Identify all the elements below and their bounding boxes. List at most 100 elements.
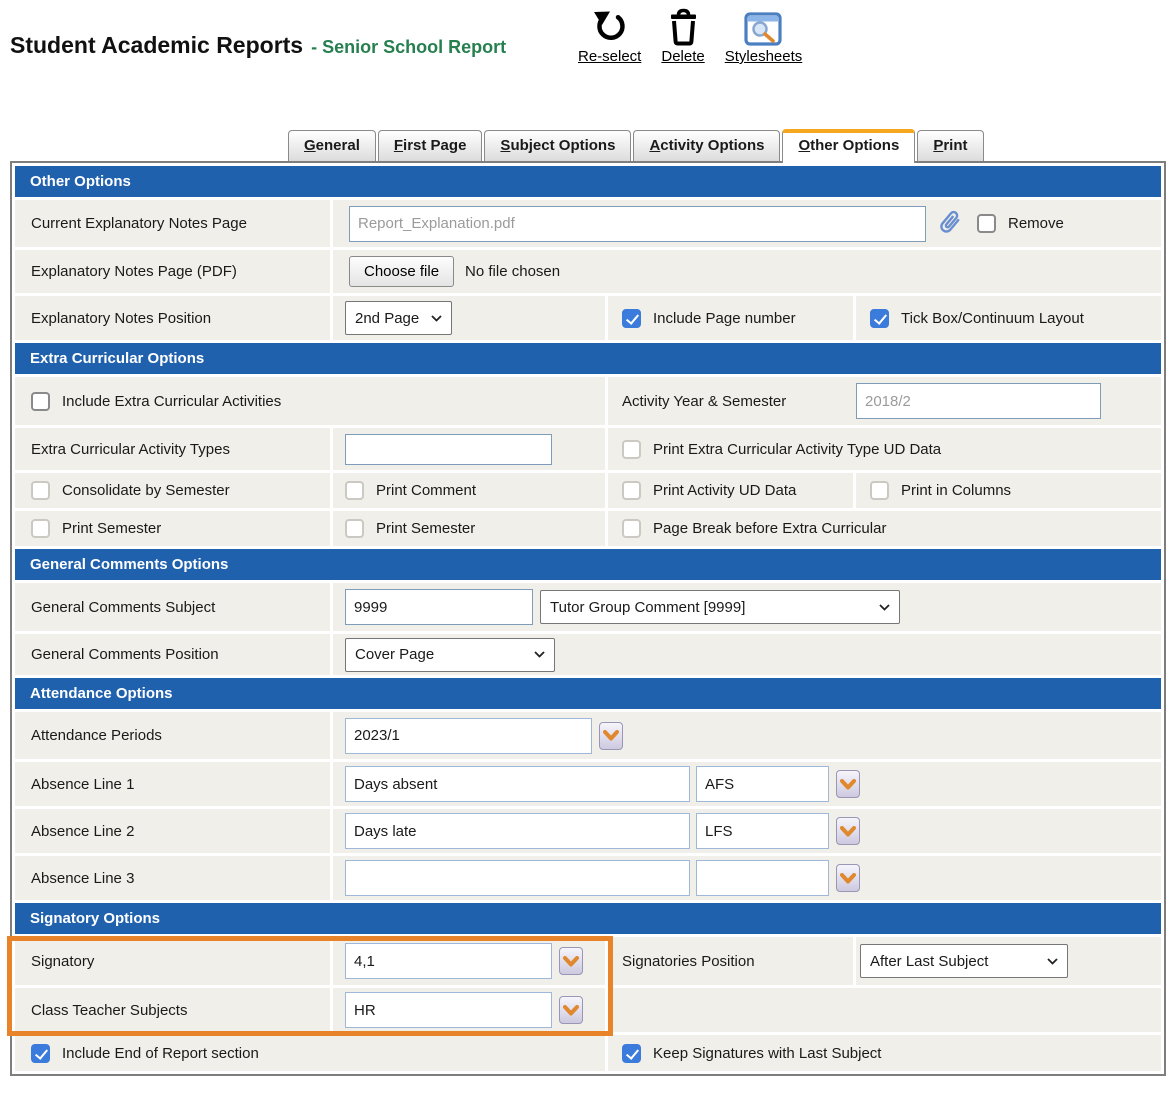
- page-title: Student Academic Reports - Senior School …: [10, 24, 506, 61]
- consolidate-by-semester-label: Consolidate by Semester: [62, 482, 230, 499]
- absence-line-1-text-input[interactable]: [345, 766, 690, 802]
- activity-types-input[interactable]: [345, 434, 552, 465]
- row-extra-checkboxes-2: Print Semester Print Semester Page Break…: [15, 511, 1161, 546]
- print-type-ud-label: Print Extra Curricular Activity Type UD …: [653, 441, 941, 458]
- row-absence-line-1: Absence Line 1: [15, 762, 1161, 806]
- include-page-number-checkbox[interactable]: [622, 309, 641, 328]
- class-teacher-subjects-input[interactable]: [345, 992, 552, 1028]
- tab-print[interactable]: Print: [917, 130, 983, 161]
- absence-line-2-lookup-button[interactable]: [836, 817, 860, 845]
- row-current-explanatory-notes: Current Explanatory Notes Page Remove: [15, 200, 1161, 247]
- general-comments-subject-label: General Comments Subject: [15, 583, 330, 631]
- general-comments-position-select[interactable]: Cover Page: [345, 638, 555, 672]
- tab-bar: General First Page Subject Options Activ…: [288, 128, 1174, 161]
- include-end-of-report-checkbox[interactable]: [31, 1044, 50, 1063]
- notes-position-label: Explanatory Notes Position: [15, 296, 330, 340]
- chevron-down-icon: [431, 315, 442, 322]
- signatory-input[interactable]: [345, 943, 552, 979]
- include-extra-curricular-label: Include Extra Curricular Activities: [62, 393, 281, 410]
- absence-line-3-text-input[interactable]: [345, 860, 690, 896]
- tickbox-layout-checkbox[interactable]: [870, 309, 889, 328]
- section-header-signatory: Signatory Options: [15, 903, 1161, 934]
- print-activity-ud-label: Print Activity UD Data: [653, 482, 796, 499]
- section-header-attendance: Attendance Options: [15, 678, 1161, 709]
- remove-checkbox[interactable]: [977, 214, 996, 233]
- notes-position-select[interactable]: 2nd Page: [345, 301, 452, 335]
- row-signatory: Signatory Signatories Position After Las…: [15, 937, 1161, 985]
- section-header-other-options: Other Options: [15, 166, 1161, 197]
- current-notes-label: Current Explanatory Notes Page: [15, 200, 330, 247]
- include-extra-curricular-checkbox[interactable]: [31, 392, 50, 411]
- top-bar: Student Academic Reports - Senior School …: [0, 0, 1174, 70]
- absence-line-1-code-input[interactable]: [696, 766, 829, 802]
- row-include-extra-curricular: Include Extra Curricular Activities Acti…: [15, 377, 1161, 425]
- absence-line-1-lookup-button[interactable]: [836, 770, 860, 798]
- stylesheets-label: Stylesheets: [725, 48, 803, 65]
- print-semester-2-checkbox: [345, 519, 364, 538]
- signatory-lookup-button[interactable]: [559, 947, 583, 975]
- row-absence-line-3: Absence Line 3: [15, 856, 1161, 900]
- absence-line-2-label: Absence Line 2: [15, 809, 330, 853]
- row-general-comments-position: General Comments Position Cover Page: [15, 634, 1161, 675]
- print-type-ud-checkbox: [622, 440, 641, 459]
- row-explanatory-notes-pdf: Explanatory Notes Page (PDF) Choose file…: [15, 250, 1161, 293]
- chevron-down-icon: [563, 1005, 579, 1016]
- section-header-extra-curricular: Extra Curricular Options: [15, 343, 1161, 374]
- print-semester-2-label: Print Semester: [376, 520, 475, 537]
- row-activity-types: Extra Curricular Activity Types Print Ex…: [15, 428, 1161, 470]
- tab-other-options[interactable]: Other Options: [782, 129, 915, 163]
- print-semester-1-label: Print Semester: [62, 520, 161, 537]
- absence-line-2-text-input[interactable]: [345, 813, 690, 849]
- chevron-down-icon: [879, 604, 890, 611]
- print-in-columns-checkbox: [870, 481, 889, 500]
- include-end-of-report-label: Include End of Report section: [62, 1045, 259, 1062]
- signatories-position-label: Signatories Position: [608, 937, 853, 985]
- row-general-comments-subject: General Comments Subject Tutor Group Com…: [15, 583, 1161, 631]
- delete-label: Delete: [661, 48, 704, 65]
- row-class-teacher-subjects: Class Teacher Subjects: [15, 988, 1161, 1032]
- attendance-periods-input[interactable]: [345, 718, 592, 754]
- keep-signatures-checkbox[interactable]: [622, 1044, 641, 1063]
- file-chosen-status: No file chosen: [465, 263, 560, 280]
- print-comment-checkbox: [345, 481, 364, 500]
- stylesheet-search-icon: [744, 4, 782, 46]
- delete-button[interactable]: Delete: [661, 4, 704, 65]
- page-break-label: Page Break before Extra Curricular: [653, 520, 886, 537]
- class-teacher-subjects-label: Class Teacher Subjects: [15, 988, 330, 1032]
- tab-general[interactable]: General: [288, 130, 376, 161]
- absence-line-1-label: Absence Line 1: [15, 762, 330, 806]
- absence-line-3-code-input[interactable]: [696, 860, 829, 896]
- absence-line-3-lookup-button[interactable]: [836, 864, 860, 892]
- activity-types-label: Extra Curricular Activity Types: [15, 428, 330, 470]
- include-page-number-label: Include Page number: [653, 310, 796, 327]
- absence-line-2-code-input[interactable]: [696, 813, 829, 849]
- general-comments-subject-select[interactable]: Tutor Group Comment [9999]: [540, 590, 900, 624]
- remove-label: Remove: [1008, 215, 1064, 232]
- section-attendance-options: Attendance Options Attendance Periods Ab…: [15, 678, 1161, 900]
- chevron-down-icon: [603, 730, 619, 741]
- signatories-position-select[interactable]: After Last Subject: [860, 944, 1068, 978]
- class-teacher-lookup-button[interactable]: [559, 996, 583, 1024]
- consolidate-by-semester-checkbox: [31, 481, 50, 500]
- choose-file-button[interactable]: Choose file: [349, 256, 454, 287]
- tab-activity-options[interactable]: Activity Options: [633, 130, 780, 161]
- tab-subject-options[interactable]: Subject Options: [484, 130, 631, 161]
- report-subtitle: - Senior School Report: [311, 37, 506, 57]
- paperclip-icon[interactable]: [938, 210, 963, 237]
- page-break-checkbox: [622, 519, 641, 538]
- print-activity-ud-checkbox: [622, 481, 641, 500]
- reselect-button[interactable]: Re-select: [578, 4, 641, 65]
- report-title: Student Academic Reports: [10, 32, 303, 58]
- attendance-periods-label: Attendance Periods: [15, 712, 330, 759]
- attendance-periods-lookup-button[interactable]: [599, 722, 623, 750]
- undo-icon: [591, 4, 629, 46]
- stylesheets-button[interactable]: Stylesheets: [725, 4, 803, 65]
- row-absence-line-2: Absence Line 2: [15, 809, 1161, 853]
- chevron-down-icon: [840, 826, 856, 837]
- toolbar: Re-select Delete Stylesheet: [578, 4, 802, 65]
- row-signatory-checkboxes: Include End of Report section Keep Signa…: [15, 1035, 1161, 1071]
- settings-panel: Other Options Current Explanatory Notes …: [10, 161, 1166, 1076]
- general-comments-subject-input[interactable]: [345, 589, 533, 625]
- signatory-label: Signatory: [15, 937, 330, 985]
- tab-first-page[interactable]: First Page: [378, 130, 483, 161]
